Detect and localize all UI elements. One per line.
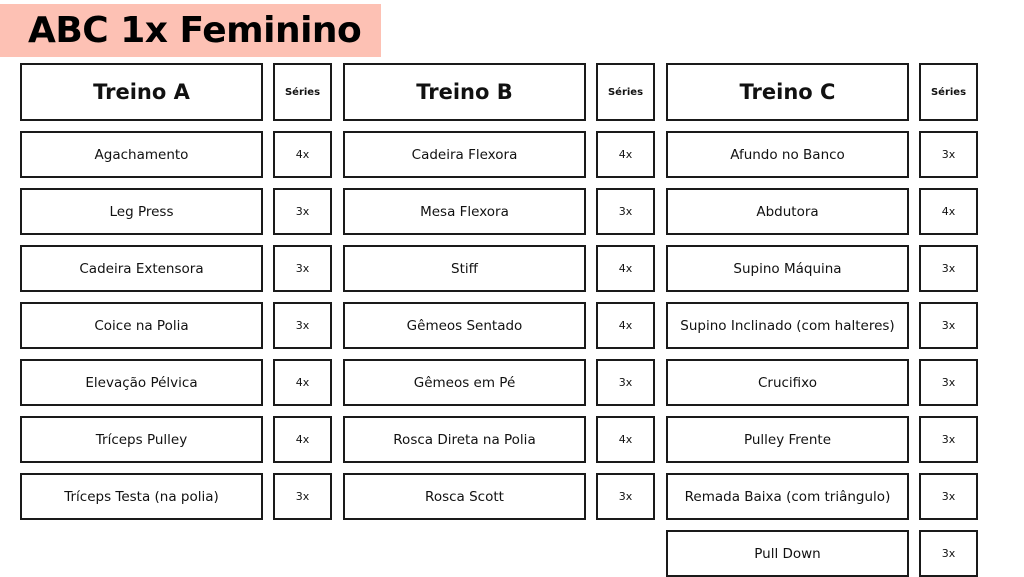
exercise-sets: 3x [273,302,332,349]
exercise-sets: 3x [273,245,332,292]
exercise-sets: 3x [273,473,332,520]
exercise-sets: 3x [273,188,332,235]
exercise-name: Rosca Scott [343,473,586,520]
exercise-name: Elevação Pélvica [20,359,263,406]
page-title: ABC 1x Feminino [28,10,362,51]
exercise-name: Crucifixo [666,359,909,406]
exercise-sets: 4x [596,302,655,349]
title-banner: ABC 1x Feminino [0,4,381,57]
exercise-name: Afundo no Banco [666,131,909,178]
exercise-name: Remada Baixa (com triângulo) [666,473,909,520]
exercise-sets: 3x [919,416,978,463]
exercise-name: Coice na Polia [20,302,263,349]
exercise-name: Supino Inclinado (com halteres) [666,302,909,349]
series-header: Séries [596,63,655,121]
exercise-sets: 4x [273,131,332,178]
exercise-name: Cadeira Flexora [343,131,586,178]
workout-header: Treino A [20,63,263,121]
exercise-sets: 3x [596,188,655,235]
exercise-name: Gêmeos em Pé [343,359,586,406]
exercise-name: Pulley Frente [666,416,909,463]
exercise-sets: 3x [919,302,978,349]
exercise-sets: 4x [919,188,978,235]
exercise-sets: 4x [273,416,332,463]
exercise-name: Supino Máquina [666,245,909,292]
exercise-sets: 3x [596,473,655,520]
series-header: Séries [273,63,332,121]
exercise-name: Mesa Flexora [343,188,586,235]
exercise-name: Agachamento [20,131,263,178]
workout-header: Treino C [666,63,909,121]
exercise-name: Rosca Direta na Polia [343,416,586,463]
exercise-name: Cadeira Extensora [20,245,263,292]
exercise-sets: 3x [919,131,978,178]
exercise-name: Leg Press [20,188,263,235]
exercise-sets: 4x [273,359,332,406]
exercise-name: Tríceps Testa (na polia) [20,473,263,520]
exercise-sets: 3x [596,359,655,406]
exercise-name: Tríceps Pulley [20,416,263,463]
exercise-name: Abdutora [666,188,909,235]
exercise-sets: 4x [596,416,655,463]
exercise-name: Stiff [343,245,586,292]
workout-header: Treino B [343,63,586,121]
series-header: Séries [919,63,978,121]
exercise-sets: 3x [919,245,978,292]
exercise-name: Pull Down [666,530,909,577]
exercise-sets: 4x [596,131,655,178]
exercise-sets: 3x [919,530,978,577]
exercise-sets: 3x [919,359,978,406]
exercise-sets: 3x [919,473,978,520]
exercise-name: Gêmeos Sentado [343,302,586,349]
exercise-sets: 4x [596,245,655,292]
